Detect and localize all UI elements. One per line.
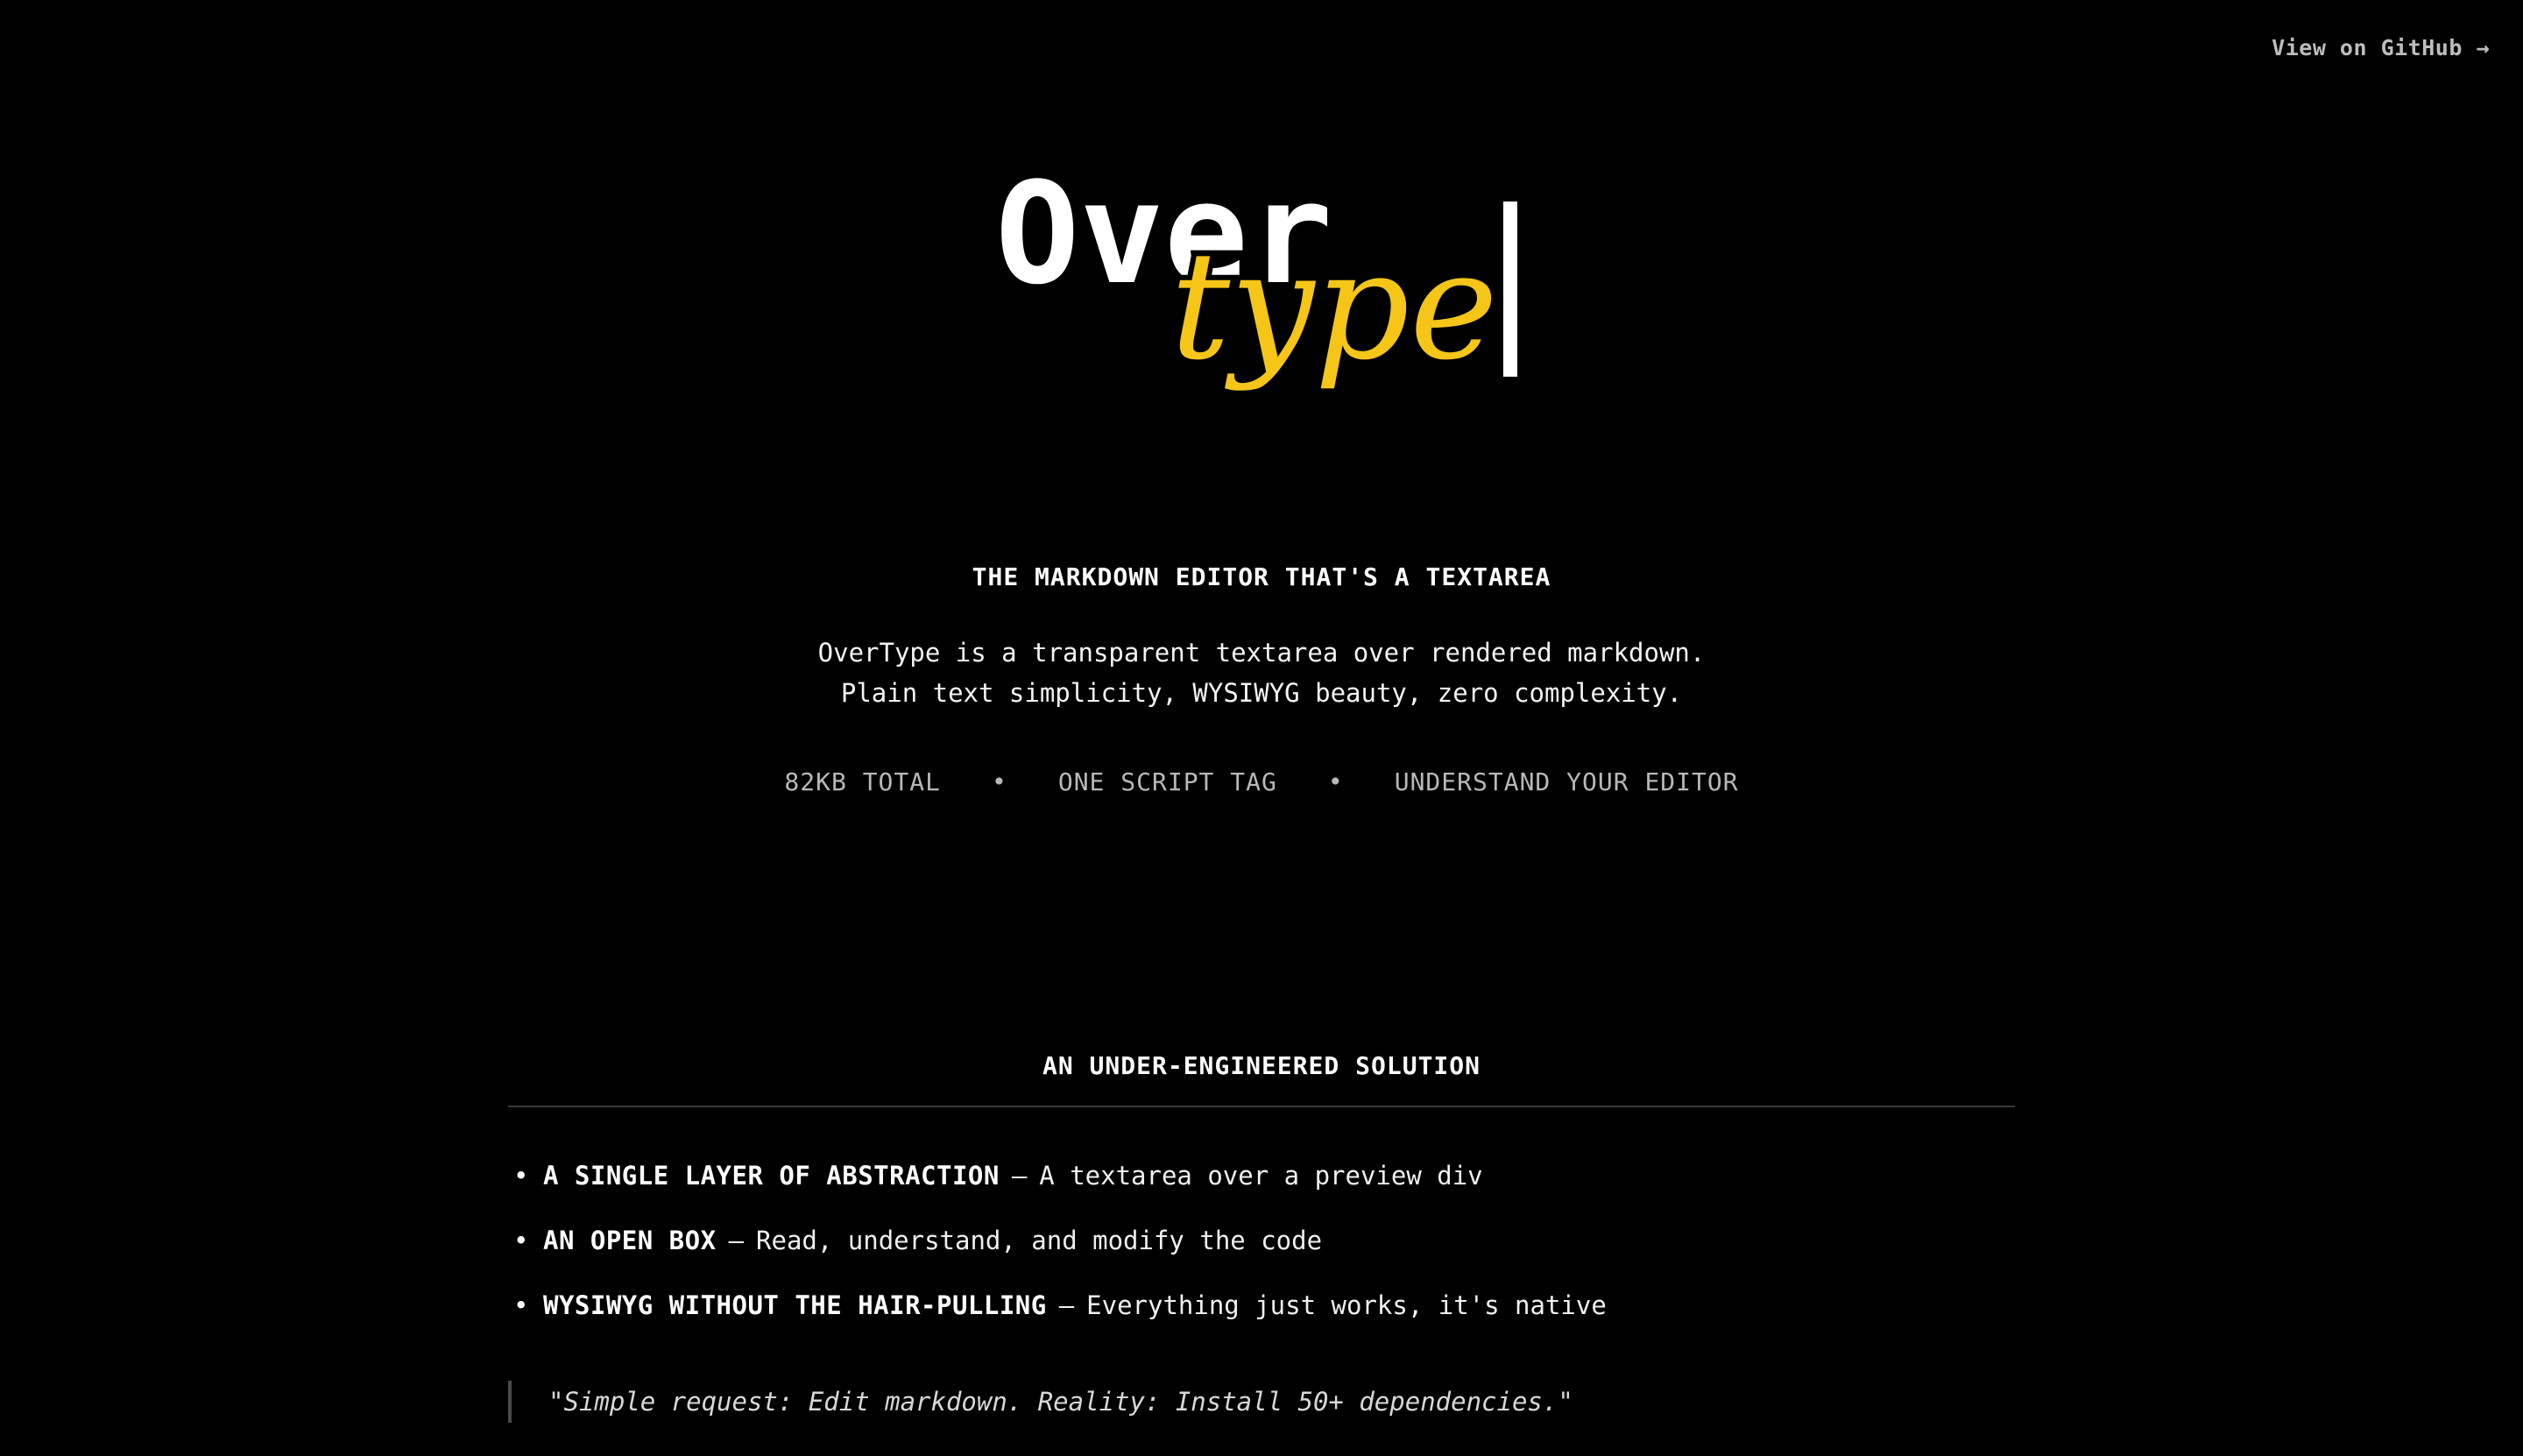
list-item: • AN OPEN BOX – Read, understand, and modi… — [508, 1223, 2015, 1258]
description: OverType is a transparent textarea over … — [0, 633, 2523, 713]
bullet-icon: • — [513, 1290, 529, 1320]
list-item-text: Everything just works, it's native — [1086, 1290, 1607, 1320]
bullet-icon: • — [513, 1161, 529, 1191]
svg-text:type: type — [1170, 220, 1498, 393]
features-row: 82KB TOTAL • ONE SCRIPT TAG • UNDERSTAND YOU… — [0, 767, 2523, 796]
list-item-label: A SINGLE LAYER OF ABSTRACTION — [543, 1161, 1000, 1191]
logo-type-text: type — [1165, 215, 1503, 399]
tagline: THE MARKDOWN EDITOR THAT'S A TEXTAREA — [972, 562, 1551, 591]
feature-list: • A SINGLE LAYER OF ABSTRACTION – A textar… — [508, 1158, 2015, 1353]
text-cursor — [1503, 201, 1517, 377]
list-item-label: WYSIWYG WITHOUT THE HAIR-PULLING — [543, 1290, 1047, 1320]
feature-size: 82KB TOTAL — [784, 767, 941, 796]
list-item-text: A textarea over a preview div — [1039, 1161, 1483, 1191]
section-divider — [508, 1106, 2015, 1107]
description-line-1: OverType is a transparent textarea over … — [817, 638, 1706, 668]
description-line-2: Plain text simplicity, WYSIWYG beauty, z… — [840, 678, 1683, 708]
list-item-dash: – — [1011, 1161, 1028, 1191]
feature-separator: • — [1327, 767, 1344, 796]
overtype-logo: Over type — [999, 166, 1524, 464]
github-link[interactable]: View on GitHub → — [2272, 35, 2490, 60]
list-item-label: AN OPEN BOX — [543, 1226, 717, 1255]
list-item: • A SINGLE LAYER OF ABSTRACTION – A textar… — [508, 1158, 2015, 1193]
feature-separator: • — [991, 767, 1007, 796]
feature-understand: UNDERSTAND YOUR EDITOR — [1394, 767, 1739, 796]
list-item-dash: – — [728, 1226, 745, 1255]
bullet-icon: • — [513, 1226, 529, 1255]
feature-script-tag: ONE SCRIPT TAG — [1057, 767, 1277, 796]
section-title: AN UNDER-ENGINEERED SOLUTION — [1042, 1051, 1481, 1080]
blockquote: "Simple request: Edit markdown. Reality:… — [508, 1381, 1573, 1423]
list-item: • WYSIWYG WITHOUT THE HAIR-PULLING – Every… — [508, 1288, 2015, 1323]
list-item-dash: – — [1058, 1290, 1075, 1320]
list-item-text: Read, understand, and modify the code — [756, 1226, 1323, 1255]
